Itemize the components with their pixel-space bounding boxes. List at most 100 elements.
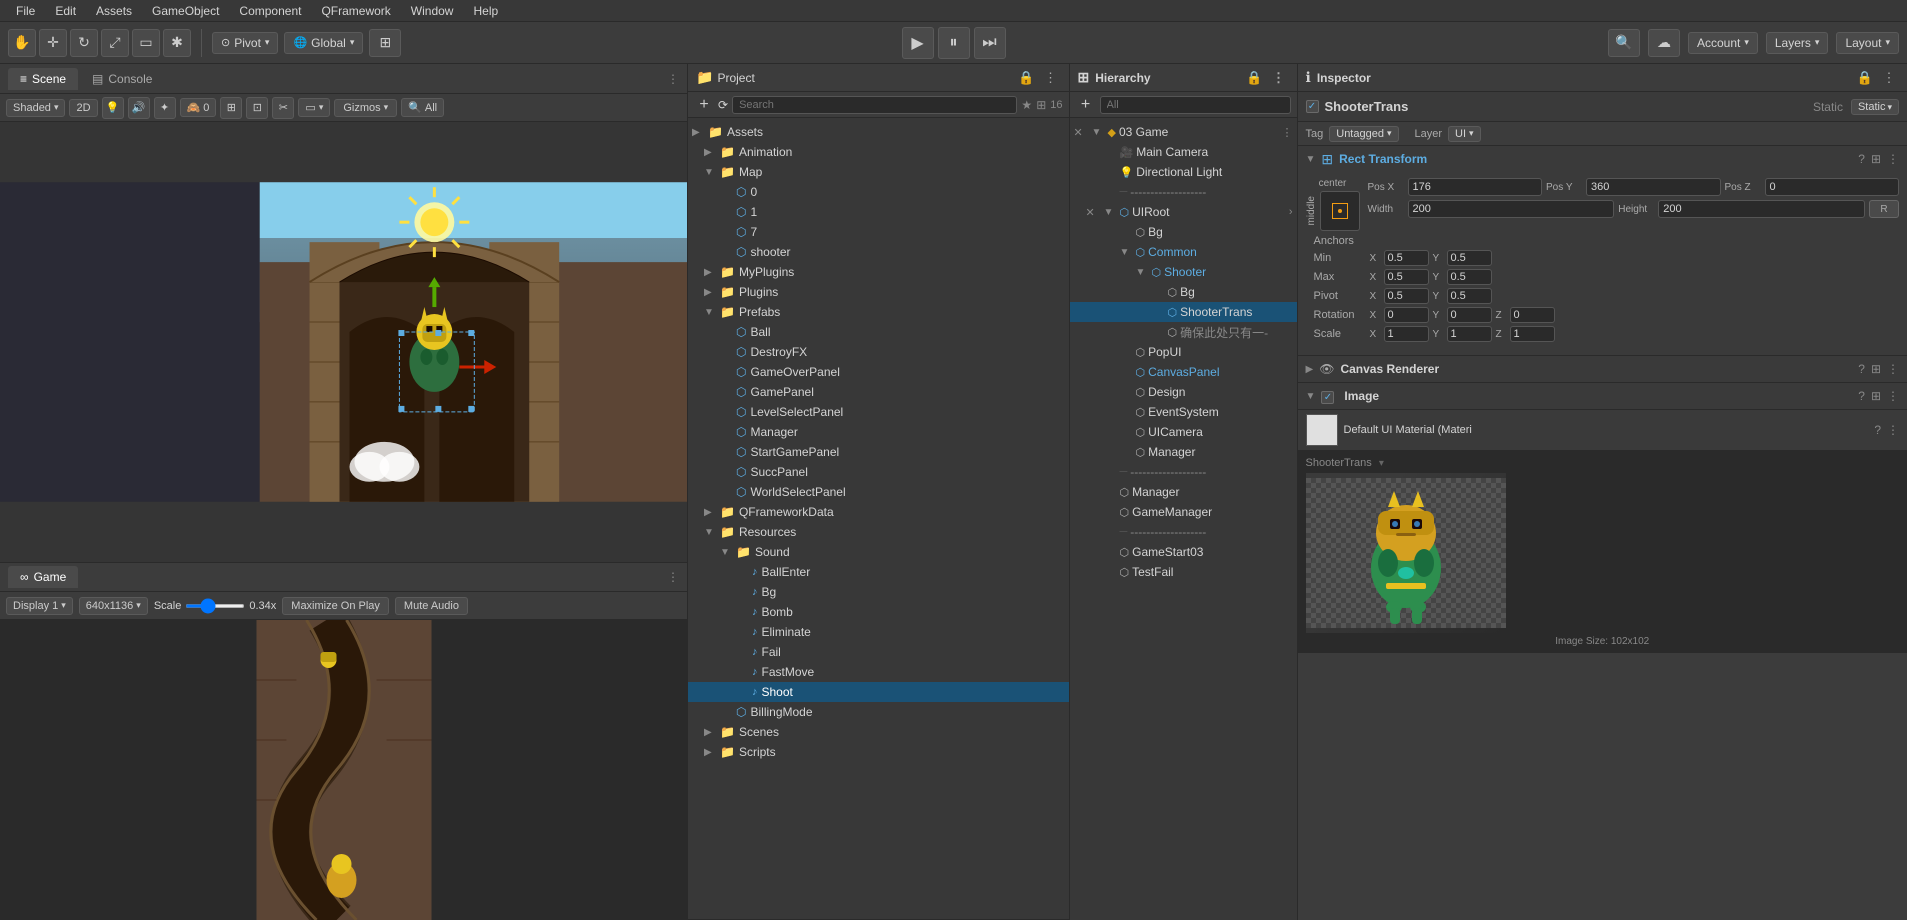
search-collab[interactable]: 🔍 (1608, 29, 1640, 57)
mute-btn[interactable]: Mute Audio (395, 597, 468, 615)
img-more[interactable]: ⋮ (1887, 389, 1899, 403)
image-titlebar[interactable]: ▼ Image ? ⊞ ⋮ (1298, 383, 1907, 409)
popui[interactable]: ⬡ PopUI (1070, 342, 1297, 362)
map-0[interactable]: ⬡ 0 (688, 182, 1069, 202)
hierarchy-search-input[interactable] (1100, 96, 1291, 114)
preview-arrow[interactable]: ▾ (1379, 458, 1384, 469)
menu-qframework[interactable]: QFramework (313, 2, 398, 20)
uicamera[interactable]: ⬡ UICamera (1070, 422, 1297, 442)
img-settings[interactable]: ⊞ (1871, 389, 1881, 403)
prefab-succpanel[interactable]: ⬡ SuccPanel (688, 462, 1069, 482)
custom-tool[interactable]: ✱ (163, 29, 191, 57)
uiroot[interactable]: ✕ ▼ ⬡ UIRoot › (1070, 202, 1297, 222)
hierarchy-options[interactable]: ⋮ (1282, 126, 1293, 139)
scripts-folder[interactable]: ▶ 📁 Scripts (688, 742, 1069, 762)
scale-z-input[interactable]: 1 (1510, 326, 1555, 342)
cr-titlebar[interactable]: ▶ 👁 Canvas Renderer ? ⊞ ⋮ (1298, 356, 1907, 382)
common-obj[interactable]: ▼ ⬡ Common (1070, 242, 1297, 262)
main-camera[interactable]: 🎥 Main Camera (1070, 142, 1297, 162)
hierarchy-add-btn[interactable]: + (1076, 95, 1096, 115)
menu-file[interactable]: File (8, 2, 43, 20)
rect-transform-titlebar[interactable]: ▼ ⊞ Rect Transform ? ⊞ ⋮ (1298, 146, 1907, 172)
map-1[interactable]: ⬡ 1 (688, 202, 1069, 222)
prefab-manager[interactable]: ⬡ Manager (688, 422, 1069, 442)
qframeworkdata-folder[interactable]: ▶ 📁 QFrameworkData (688, 502, 1069, 522)
menu-help[interactable]: Help (465, 2, 506, 20)
bg-uiroot[interactable]: ⬡ Bg (1070, 222, 1297, 242)
audio-ballenter[interactable]: ♪ BallEnter (688, 562, 1069, 582)
2d-toggle[interactable]: 2D (69, 99, 97, 117)
anchors-max-y-input[interactable]: 0.5 (1447, 269, 1492, 285)
rot-y-input[interactable]: 0 (1447, 307, 1492, 323)
img-active-checkbox[interactable] (1321, 391, 1334, 404)
gizmos-dropdown[interactable]: Gizmos (334, 99, 397, 117)
animation-folder[interactable]: ▶ 📁 Animation (688, 142, 1069, 162)
lighting-btn[interactable]: 💡 (102, 97, 124, 119)
uiroot-expand[interactable]: › (1289, 206, 1293, 218)
posy-field[interactable]: 360 (1586, 178, 1721, 196)
menu-assets[interactable]: Assets (88, 2, 140, 20)
game-tab[interactable]: ∞ Game (8, 566, 78, 588)
rt-help-icon[interactable]: ? (1858, 152, 1865, 166)
rt-anchor-box[interactable] (1320, 191, 1360, 231)
canvaspanel[interactable]: ⬡ CanvasPanel (1070, 362, 1297, 382)
scene-tab[interactable]: ≡ Scene (8, 68, 78, 90)
audio-fastmove[interactable]: ♪ FastMove (688, 662, 1069, 682)
plugins-folder[interactable]: ▶ 📁 Plugins (688, 282, 1069, 302)
move-tool[interactable]: ✛ (39, 29, 67, 57)
collab-btn[interactable]: ☁ (1648, 29, 1680, 57)
scene-extra2[interactable]: ⊡ (246, 97, 268, 119)
pause-button[interactable]: ⏸ (938, 27, 970, 59)
pivot-y-input[interactable]: 0.5 (1447, 288, 1492, 304)
layer-dropdown[interactable]: UI (1448, 126, 1481, 142)
audio-eliminate[interactable]: ♪ Eliminate (688, 622, 1069, 642)
cr-more[interactable]: ⋮ (1887, 362, 1899, 376)
directional-light[interactable]: 💡 Directional Light (1070, 162, 1297, 182)
scene-extra3[interactable]: ✂ (272, 97, 294, 119)
anchors-max-x-input[interactable]: 0.5 (1384, 269, 1429, 285)
prefab-worldselectpanel[interactable]: ⬡ WorldSelectPanel (688, 482, 1069, 502)
rot-x-input[interactable]: 0 (1384, 307, 1429, 323)
favorites-btn[interactable]: ★ (1021, 98, 1032, 112)
rt-more-icon[interactable]: ⋮ (1887, 152, 1899, 166)
map-folder[interactable]: ▼ 📁 Map (688, 162, 1069, 182)
design-obj[interactable]: ⬡ Design (1070, 382, 1297, 402)
tag-dropdown[interactable]: Untagged (1329, 126, 1398, 142)
gamemanager[interactable]: ⬡ GameManager (1070, 502, 1297, 522)
menu-gameobject[interactable]: GameObject (144, 2, 227, 20)
scene-extra1[interactable]: ⊞ (220, 97, 242, 119)
hand-tool[interactable]: ✋ (8, 29, 36, 57)
shooter-obj[interactable]: ▼ ⬡ Shooter (1070, 262, 1297, 282)
scenes-folder[interactable]: ▶ 📁 Scenes (688, 722, 1069, 742)
manager-root[interactable]: ⬡ Manager (1070, 482, 1297, 502)
prefabs-folder[interactable]: ▼ 📁 Prefabs (688, 302, 1069, 322)
gamestart03[interactable]: ⬡ GameStart03 (1070, 542, 1297, 562)
search-scene[interactable]: 🔍 All (401, 98, 444, 117)
play-button[interactable]: ▶ (902, 27, 934, 59)
height-field[interactable]: 200 (1658, 200, 1865, 218)
pivot-dropdown[interactable]: ⊙ Pivot ▾ (212, 32, 278, 54)
audio-shoot[interactable]: ♪ Shoot (688, 682, 1069, 702)
menu-component[interactable]: Component (231, 2, 309, 20)
prefab-startgamepanel[interactable]: ⬡ StartGamePanel (688, 442, 1069, 462)
audio-fail[interactable]: ♪ Fail (688, 642, 1069, 662)
prefab-levelselectpanel[interactable]: ⬡ LevelSelectPanel (688, 402, 1069, 422)
material-swatch[interactable] (1306, 414, 1338, 446)
width-field[interactable]: 200 (1408, 200, 1615, 218)
more-btn[interactable]: ⋮ (1041, 68, 1061, 88)
scene-size-dropdown[interactable]: ▭ (298, 98, 330, 117)
maximize-btn[interactable]: Maximize On Play (282, 597, 389, 615)
scale-y-input[interactable]: 1 (1447, 326, 1492, 342)
filter-btn[interactable]: ⊞ (1036, 98, 1046, 112)
shootertrans[interactable]: ⬡ ShooterTrans (1070, 302, 1297, 322)
posz-field[interactable]: 0 (1765, 178, 1900, 196)
bg-shooter[interactable]: ⬡ Bg (1070, 282, 1297, 302)
prefab-gameoverpanel[interactable]: ⬡ GameOverPanel (688, 362, 1069, 382)
tab-more[interactable]: ⋮ (667, 72, 679, 86)
material-help[interactable]: ? (1874, 423, 1881, 437)
testfail[interactable]: ⬡ TestFail (1070, 562, 1297, 582)
resolution-dropdown[interactable]: 640x1136 (79, 597, 148, 615)
posx-field[interactable]: 176 (1408, 178, 1543, 196)
display-dropdown[interactable]: Display 1 (6, 597, 73, 615)
rotate-tool[interactable]: ↻ (70, 29, 98, 57)
